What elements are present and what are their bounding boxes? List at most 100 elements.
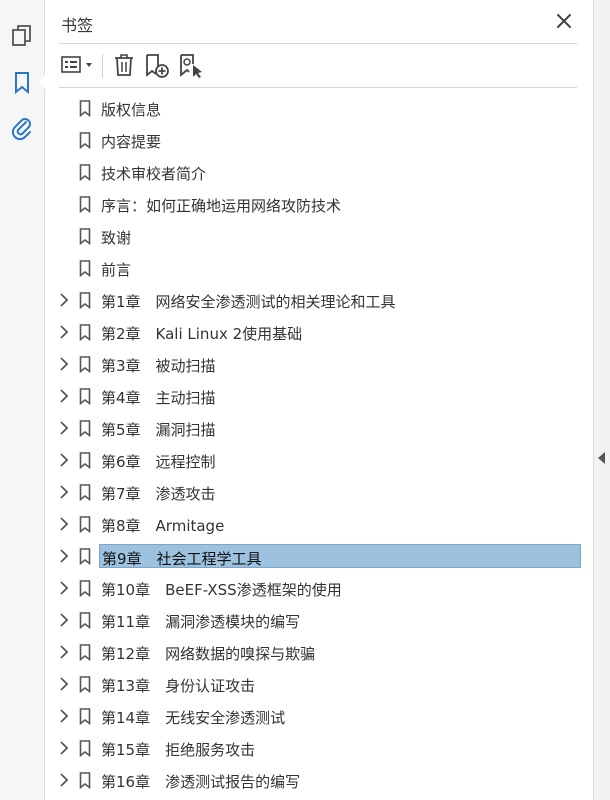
bookmark-item[interactable]: 第6章 远程控制 <box>45 446 593 474</box>
bookmark-icon[interactable] <box>8 69 36 97</box>
options-menu-button[interactable] <box>59 50 97 80</box>
bookmark-label: 第6章 远程控制 <box>101 453 216 471</box>
header-divider <box>59 43 577 44</box>
panel-splitter[interactable] <box>593 0 610 800</box>
bookmark-label-box[interactable]: 第4章 主动扫描 <box>99 384 583 408</box>
bookmark-icon <box>79 100 91 117</box>
bookmark-label-box[interactable]: 第6章 远程控制 <box>99 448 583 472</box>
bookmark-item[interactable]: 第4章 主动扫描 <box>45 382 593 410</box>
bookmark-item[interactable]: 第7章 渗透攻击 <box>45 478 593 506</box>
left-navigation-rail <box>0 0 45 800</box>
panel-header: 书签 <box>45 0 593 44</box>
new-bookmark-icon <box>146 54 169 78</box>
bookmark-label-box[interactable]: 第5章 漏洞扫描 <box>99 416 583 440</box>
expand-chevron-icon[interactable] <box>57 613 71 627</box>
bookmark-label-box[interactable]: 内容提要 <box>99 128 583 152</box>
bookmark-icon <box>79 132 91 149</box>
bookmark-item[interactable]: 版权信息 <box>45 94 593 122</box>
bookmark-item[interactable]: 内容提要 <box>45 126 593 154</box>
options-menu-icon <box>61 56 92 73</box>
bookmark-label-box[interactable]: 第9章 社会工程学工具 <box>99 544 581 568</box>
expand-chevron-icon[interactable] <box>57 549 71 563</box>
bookmark-icon <box>79 772 91 789</box>
bookmark-label: 技术审校者简介 <box>101 165 207 183</box>
bookmark-item[interactable]: 第11章 漏洞渗透模块的编写 <box>45 606 593 634</box>
expand-chevron-icon[interactable] <box>57 389 71 403</box>
bookmark-label-box[interactable]: 第13章 身份认证攻击 <box>99 672 583 696</box>
bookmark-label-box[interactable]: 序言：如何正确地运用网络攻防技术 <box>99 192 583 216</box>
bookmark-item[interactable]: 第14章 无线安全渗透测试 <box>45 702 593 730</box>
expand-chevron-icon[interactable] <box>57 581 71 595</box>
expand-chevron-icon[interactable] <box>57 453 71 467</box>
bookmark-item[interactable]: 第9章 社会工程学工具 <box>45 542 593 570</box>
bookmark-label-box[interactable]: 第3章 被动扫描 <box>99 352 583 376</box>
bookmark-icon <box>79 484 91 501</box>
bookmark-label: 第14章 无线安全渗透测试 <box>101 709 286 727</box>
bookmark-icon <box>79 228 91 245</box>
bookmark-label-box[interactable]: 版权信息 <box>99 96 583 120</box>
delete-bookmark-icon <box>115 54 133 76</box>
new-bookmark-button[interactable] <box>143 50 171 80</box>
expand-chevron-icon[interactable] <box>57 485 71 499</box>
bookmark-icon <box>79 356 91 373</box>
expand-chevron-icon[interactable] <box>57 293 71 307</box>
bookmark-item[interactable]: 第15章 拒绝服务攻击 <box>45 734 593 762</box>
bookmark-label-box[interactable]: 第1章 网络安全渗透测试的相关理论和工具 <box>99 288 583 312</box>
expand-chevron-icon[interactable] <box>57 645 71 659</box>
bookmark-label-box[interactable]: 第12章 网络数据的嗅探与欺骗 <box>99 640 583 664</box>
bookmark-item[interactable]: 技术审校者简介 <box>45 158 593 186</box>
bookmark-label: 第4章 主动扫描 <box>101 389 216 407</box>
bookmark-label-box[interactable]: 致谢 <box>99 224 583 248</box>
bookmark-label-box[interactable]: 第16章 渗透测试报告的编写 <box>99 768 583 792</box>
expand-chevron-icon[interactable] <box>57 741 71 755</box>
collapse-panel-icon[interactable] <box>598 452 605 464</box>
bookmark-item[interactable]: 第12章 网络数据的嗅探与欺骗 <box>45 638 593 666</box>
bookmark-item[interactable]: 第1章 网络安全渗透测试的相关理论和工具 <box>45 286 593 314</box>
bookmark-label: 内容提要 <box>101 133 162 151</box>
toolbar-separator <box>102 54 103 78</box>
find-current-bookmark-button[interactable] <box>177 50 205 80</box>
bookmark-label: 第16章 渗透测试报告的编写 <box>101 773 301 791</box>
bookmark-item[interactable]: 第2章 Kali Linux 2使用基础 <box>45 318 593 346</box>
bookmark-item[interactable]: 第10章 BeEF-XSS渗透框架的使用 <box>45 574 593 602</box>
bookmark-label-box[interactable]: 第8章 Armitage <box>99 512 583 536</box>
pages-icon[interactable] <box>8 22 36 50</box>
bookmark-item[interactable]: 前言 <box>45 254 593 282</box>
bookmark-label-box[interactable]: 第10章 BeEF-XSS渗透框架的使用 <box>99 576 583 600</box>
bookmark-label: 第3章 被动扫描 <box>101 357 216 375</box>
bookmark-item[interactable]: 第13章 身份认证攻击 <box>45 670 593 698</box>
expand-chevron-icon[interactable] <box>57 773 71 787</box>
expand-chevron-icon[interactable] <box>57 677 71 691</box>
bookmark-label-box[interactable]: 第14章 无线安全渗透测试 <box>99 704 583 728</box>
bookmark-icon <box>79 292 91 309</box>
bookmark-item[interactable]: 致谢 <box>45 222 593 250</box>
bookmark-item[interactable]: 第16章 渗透测试报告的编写 <box>45 766 593 794</box>
toolbar-divider <box>59 87 577 88</box>
close-icon <box>557 14 571 28</box>
bookmark-label-box[interactable]: 第7章 渗透攻击 <box>99 480 583 504</box>
attachment-icon[interactable] <box>8 114 36 142</box>
close-panel-button[interactable] <box>551 8 577 34</box>
bookmark-label: 第9章 社会工程学工具 <box>102 550 262 568</box>
bookmark-label-box[interactable]: 前言 <box>99 256 583 280</box>
bookmark-item[interactable]: 序言：如何正确地运用网络攻防技术 <box>45 190 593 218</box>
expand-chevron-icon[interactable] <box>57 421 71 435</box>
bookmark-label: 第12章 网络数据的嗅探与欺骗 <box>101 645 316 663</box>
bookmark-label: 第2章 Kali Linux 2使用基础 <box>101 325 303 343</box>
bookmark-item[interactable]: 第8章 Armitage <box>45 510 593 538</box>
bookmark-label-box[interactable]: 第11章 漏洞渗透模块的编写 <box>99 608 583 632</box>
bookmark-label: 第13章 身份认证攻击 <box>101 677 256 695</box>
expand-chevron-icon[interactable] <box>57 517 71 531</box>
bookmark-label-box[interactable]: 第2章 Kali Linux 2使用基础 <box>99 320 583 344</box>
bookmark-icon <box>79 516 91 533</box>
bookmark-item[interactable]: 第5章 漏洞扫描 <box>45 414 593 442</box>
expand-chevron-icon[interactable] <box>57 709 71 723</box>
delete-bookmark-button[interactable] <box>111 50 137 80</box>
bookmark-label-box[interactable]: 技术审校者简介 <box>99 160 583 184</box>
expand-chevron-icon[interactable] <box>57 325 71 339</box>
bookmark-label-box[interactable]: 第15章 拒绝服务攻击 <box>99 736 583 760</box>
bookmark-item[interactable]: 第3章 被动扫描 <box>45 350 593 378</box>
expand-chevron-icon[interactable] <box>57 357 71 371</box>
bookmark-icon <box>79 740 91 757</box>
bookmark-label: 序言：如何正确地运用网络攻防技术 <box>101 197 342 215</box>
